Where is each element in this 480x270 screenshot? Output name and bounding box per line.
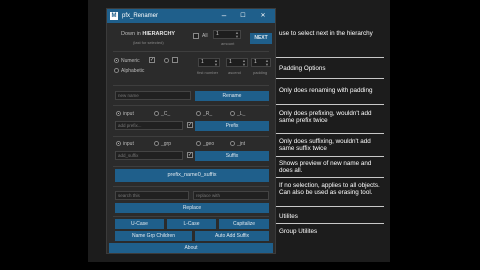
hierarchy-label-strong: HIERARCHY [142, 31, 176, 37]
prefix-checkbox[interactable]: ✓ [187, 122, 193, 128]
capitalize-button[interactable]: Capitalize [219, 219, 269, 229]
spin-arrows-icon: ▲ ▼ [242, 58, 246, 67]
divider [113, 216, 269, 217]
prefix-radio-label: _L_ [237, 111, 246, 117]
ascend-field[interactable]: 1 ▲ ▼ [226, 58, 248, 67]
first-number-label: first number [197, 70, 219, 75]
spin-arrows-icon: ▲ ▼ [235, 30, 239, 39]
first-number-value: 1 [201, 59, 204, 65]
prefix-radio-l[interactable] [230, 111, 235, 116]
hierarchy-sublabel: (last for selected) [133, 40, 164, 45]
divider [113, 186, 269, 187]
suffix-radio-label: _geo [203, 141, 215, 147]
name-grp-children-button[interactable]: Name Grp Children [115, 231, 192, 241]
preview-button[interactable]: prefix_name0_suffix [115, 169, 269, 182]
hierarchy-label: Down in HIERARCHY [121, 31, 175, 37]
padding-field[interactable]: 1 ▲ ▼ [251, 58, 271, 67]
close-icon[interactable]: ✕ [258, 11, 268, 21]
first-number-field[interactable]: 1 ▲ ▼ [198, 58, 220, 67]
replace-button[interactable]: Replace [115, 203, 269, 213]
maximize-icon[interactable]: ☐ [238, 11, 248, 21]
note-next: use to select next in the hierarchy [279, 30, 373, 37]
auto-add-suffix-button[interactable]: Auto Add Suffix [195, 231, 269, 241]
minimize-icon[interactable]: – [219, 11, 229, 21]
note-prefix: Only does prefixing, wouldn't add same p… [279, 110, 372, 125]
window-title: pfx_Renamer [122, 13, 159, 19]
note-replace: If no selection, applies to all objects.… [279, 182, 380, 197]
note-divider [276, 156, 384, 157]
next-button[interactable]: NEXT [250, 33, 272, 44]
alphabetic-radio[interactable] [114, 68, 119, 73]
renamer-window: M pfx_Renamer – ☐ ✕ Down in HIERARCHY (l… [106, 8, 276, 254]
amount-field[interactable]: 1 ▲ ▼ [213, 30, 241, 39]
divider [113, 166, 269, 167]
suffix-radio-jnt[interactable] [230, 141, 235, 146]
app-logo-icon: M [110, 12, 118, 20]
option-radio[interactable] [164, 58, 169, 63]
suffix-radio-label: input [123, 141, 134, 147]
prefix-button[interactable]: Prefix [195, 121, 269, 131]
prefix-radio-r[interactable] [196, 111, 201, 116]
padding-label: padding [253, 70, 268, 75]
search-input[interactable]: search this [115, 191, 189, 200]
padding-checkbox[interactable]: ✓ [149, 57, 155, 63]
note-divider [276, 177, 384, 178]
prefix-input[interactable]: add prefix... [115, 121, 183, 130]
amount-value: 1 [216, 31, 219, 37]
suffix-radio-label: _jnt [237, 141, 246, 147]
note-padding-options: Padding Options [279, 65, 326, 72]
prefix-radio-label: input [123, 111, 134, 117]
ascend-value: 1 [229, 59, 232, 65]
replace-input[interactable]: replace with [193, 191, 269, 200]
suffix-button[interactable]: Suffix [195, 151, 269, 161]
suffix-input[interactable]: add_suffix [115, 151, 183, 160]
divider [113, 136, 269, 137]
suffix-checkbox[interactable]: ✓ [187, 152, 193, 158]
note-rename: Only does renaming with padding [279, 87, 373, 94]
new-name-input[interactable]: new name [115, 91, 191, 100]
suffix-radio-input[interactable] [116, 141, 121, 146]
suffix-radio-geo[interactable] [196, 141, 201, 146]
all-checkbox[interactable] [193, 33, 199, 39]
prefix-radio-input[interactable] [116, 111, 121, 116]
spin-arrows-icon: ▲ ▼ [265, 58, 269, 67]
alphabetic-label: Alphabetic [121, 68, 145, 74]
suffix-radio-grp[interactable] [154, 141, 159, 146]
divider [113, 105, 269, 106]
note-divider [276, 104, 384, 105]
hierarchy-label-prefix: Down in [121, 31, 143, 37]
title-bar[interactable]: M pfx_Renamer – ☐ ✕ [107, 9, 275, 23]
prefix-radio-c[interactable] [154, 111, 159, 116]
note-divider [276, 206, 384, 207]
numeric-label: Numeric [121, 58, 140, 64]
note-divider [276, 57, 384, 58]
spin-arrows-icon: ▲ ▼ [214, 58, 218, 67]
note-preview: Shows preview of new name and does all. [279, 160, 372, 175]
divider [113, 51, 269, 52]
prefix-radio-label: _R_ [203, 111, 213, 117]
note-divider [276, 78, 384, 79]
about-button[interactable]: About [109, 243, 273, 253]
note-divider [276, 223, 384, 224]
note-utilities: Utilites [279, 213, 298, 220]
option-checkbox[interactable] [172, 57, 178, 63]
note-group-utilities: Group Utilites [279, 228, 318, 235]
note-suffix: Only does suffixing, wouldn't add same s… [279, 138, 371, 153]
padding-value: 1 [254, 59, 257, 65]
note-divider [276, 133, 384, 134]
ascend-label: ascend [228, 70, 241, 75]
all-label: All [202, 33, 208, 39]
suffix-radio-label: _grp [161, 141, 172, 147]
prefix-radio-label: _C_ [161, 111, 171, 117]
rename-button[interactable]: Rename [195, 91, 269, 101]
lcase-button[interactable]: L-Case [167, 219, 216, 229]
divider [113, 85, 269, 86]
numeric-radio[interactable] [114, 58, 119, 63]
amount-label: amount [221, 41, 235, 46]
ucase-button[interactable]: U-Case [115, 219, 164, 229]
